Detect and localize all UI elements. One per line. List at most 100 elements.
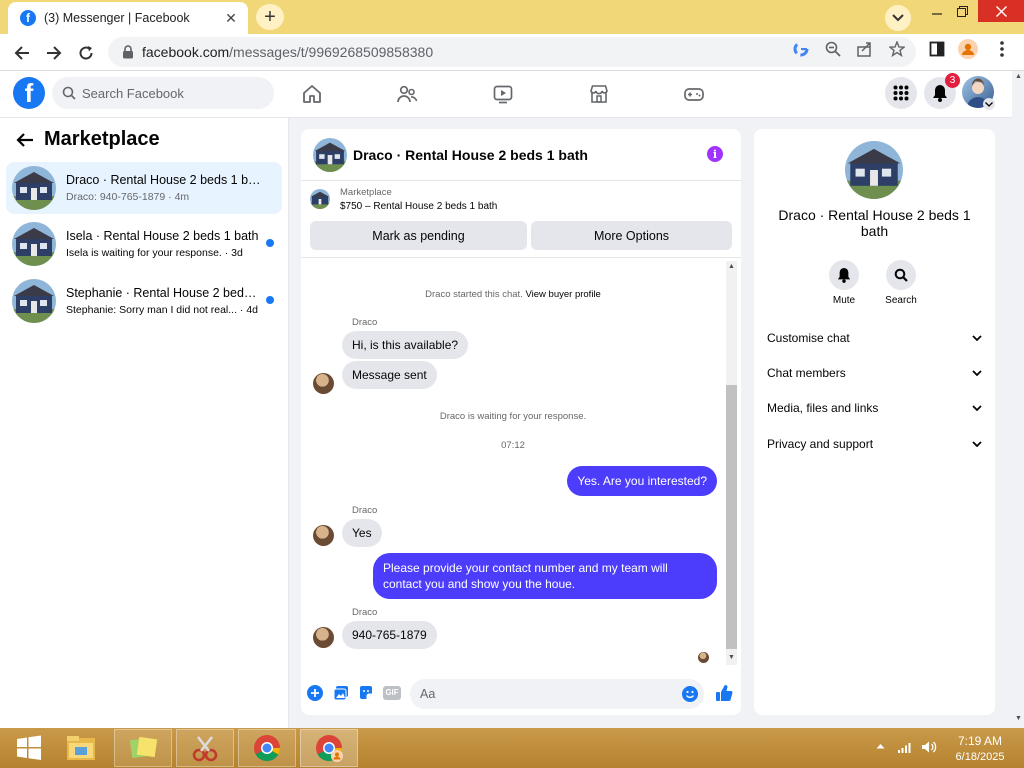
outgoing-message[interactable]: Please provide your contact number and m… [373, 553, 717, 599]
chat-preview: Stephanie: Sorry man I did not real... ·… [66, 304, 259, 316]
scroll-up-icon[interactable]: ▲ [728, 263, 735, 270]
taskbar-date[interactable]: 6/18/2025 [948, 751, 1012, 763]
gif-icon[interactable]: GIF [383, 684, 401, 702]
sender-name: Draco [352, 505, 378, 516]
house-thumbnail-icon[interactable] [845, 141, 903, 199]
lock-icon [123, 45, 133, 59]
sticker-icon[interactable] [357, 684, 375, 702]
reload-icon[interactable] [73, 40, 99, 66]
taskbar-time[interactable]: 7:19 AM [948, 734, 1012, 748]
chat-item[interactable]: Draco · Rental House 2 beds 1 bath Draco… [6, 162, 282, 214]
browser-tab-bar: f (3) Messenger | Facebook ✕ + [0, 0, 1024, 34]
chat-name: Isela · Rental House 2 beds 1 bath [66, 229, 259, 243]
outgoing-message[interactable]: Yes. Are you interested? [567, 466, 717, 496]
chat-name: Stephanie · Rental House 2 beds ... [66, 286, 262, 300]
chat-started-notice: Draco started this chat. View buyer prof… [425, 289, 601, 300]
account-chevron-icon[interactable] [983, 98, 995, 110]
more-options-button[interactable]: More Options [531, 221, 732, 250]
show-hidden-icons-icon[interactable] [876, 743, 885, 749]
photo-icon[interactable] [332, 684, 350, 702]
mute-button[interactable]: Mute [814, 260, 874, 306]
thumbs-up-icon[interactable] [715, 684, 733, 702]
incoming-message[interactable]: Hi, is this available? [342, 331, 469, 359]
tab-search-chevron-icon[interactable] [885, 5, 911, 31]
emoji-icon[interactable] [682, 686, 698, 702]
google-icon[interactable] [791, 39, 811, 59]
incoming-message[interactable]: Message sent [342, 361, 437, 389]
mark-as-pending-button[interactable]: Mark as pending [310, 221, 527, 250]
privacy-support-row[interactable]: Privacy and support [767, 432, 982, 456]
scroll-thumb[interactable] [726, 385, 737, 649]
network-icon[interactable] [897, 741, 913, 753]
chrome-icon[interactable] [238, 729, 296, 767]
view-buyer-profile-link[interactable]: View buyer profile [525, 289, 600, 300]
menu-grid-icon[interactable] [885, 77, 917, 109]
search-label: Search [885, 295, 917, 306]
windows-start-icon[interactable] [0, 729, 58, 767]
gaming-icon[interactable] [681, 81, 707, 107]
chat-members-row[interactable]: Chat members [767, 361, 982, 385]
side-panel-icon[interactable] [927, 39, 947, 59]
marketplace-icon[interactable] [586, 81, 612, 107]
info-icon[interactable]: i [707, 146, 723, 162]
listing-source: Marketplace [340, 186, 392, 198]
thread-scrollbar[interactable]: ▲ ▼ [726, 261, 737, 665]
sender-avatar[interactable] [313, 627, 334, 648]
marketplace-header: Marketplace [16, 128, 160, 151]
facebook-search-input[interactable] [82, 85, 262, 101]
forward-arrow-icon[interactable] [41, 40, 67, 66]
restore-icon[interactable] [945, 0, 979, 22]
sender-avatar[interactable] [313, 373, 334, 394]
file-explorer-icon[interactable] [52, 729, 110, 767]
new-tab-button[interactable]: + [256, 4, 284, 30]
tab-title: (3) Messenger | Facebook [44, 11, 190, 25]
house-thumbnail-icon[interactable] [313, 137, 347, 172]
browser-tab[interactable]: f (3) Messenger | Facebook ✕ [8, 2, 248, 34]
volume-icon[interactable] [921, 740, 937, 754]
back-arrow-icon[interactable] [9, 40, 35, 66]
conversation-header: Draco · Rental House 2 beds 1 bath [301, 129, 741, 181]
listing-strip[interactable]: Marketplace $750 – Rental House 2 beds 1… [301, 182, 741, 216]
snipping-tool-icon[interactable] [176, 729, 234, 767]
chat-item[interactable]: Isela · Rental House 2 beds 1 bath Isela… [6, 218, 282, 270]
page-scrollbar[interactable]: ▲ ▼ [1012, 71, 1024, 728]
page-scroll-up-icon[interactable]: ▲ [1015, 73, 1022, 80]
watch-icon[interactable] [490, 81, 516, 107]
chat-item[interactable]: Stephanie · Rental House 2 beds ... Step… [6, 275, 282, 327]
friends-icon[interactable] [394, 81, 420, 107]
incoming-message[interactable]: Yes [342, 519, 382, 547]
bookmark-star-icon[interactable] [887, 39, 907, 59]
share-icon[interactable] [855, 39, 875, 59]
home-icon[interactable] [299, 81, 325, 107]
page-scroll-down-icon[interactable]: ▼ [1015, 715, 1022, 722]
tab-close-icon[interactable]: ✕ [222, 10, 240, 27]
incoming-message[interactable]: 940-765-1879 [342, 621, 437, 649]
search-in-chat-button[interactable]: Search [871, 260, 931, 306]
zoom-out-icon[interactable] [823, 39, 843, 59]
message-input-box[interactable] [410, 679, 704, 709]
scroll-down-icon[interactable]: ▼ [728, 654, 735, 661]
plus-circle-icon[interactable] [306, 684, 324, 702]
contact-name: Draco · Rental House 2 beds 1 bath [778, 207, 971, 239]
mute-label: Mute [832, 295, 856, 306]
facebook-search-box[interactable] [52, 77, 274, 109]
bell-icon [829, 260, 859, 290]
sticky-notes-icon[interactable] [114, 729, 172, 767]
window-close-icon[interactable] [978, 0, 1024, 22]
back-arrow-icon[interactable] [16, 132, 34, 148]
url-text: facebook.com/messages/t/9969268509858380 [142, 44, 434, 60]
chrome-profile-icon[interactable] [300, 729, 358, 767]
message-thread: Draco started this chat. View buyer prof… [301, 259, 725, 669]
message-input[interactable] [420, 687, 670, 701]
profile-icon[interactable] [958, 39, 978, 59]
browser-menu-icon[interactable] [992, 39, 1012, 59]
media-files-links-row[interactable]: Media, files and links [767, 396, 982, 420]
notification-count-badge: 3 [945, 73, 960, 88]
conversation-title[interactable]: Draco · Rental House 2 beds 1 bath [353, 147, 588, 163]
sender-avatar[interactable] [313, 525, 334, 546]
chat-preview: Isela is waiting for your response. · 3d [66, 247, 243, 259]
facebook-logo-icon[interactable]: f [13, 77, 45, 109]
facebook-favicon-icon: f [20, 10, 36, 26]
customise-chat-row[interactable]: Customise chat [767, 326, 982, 350]
message-timestamp: 07:12 [501, 440, 525, 451]
